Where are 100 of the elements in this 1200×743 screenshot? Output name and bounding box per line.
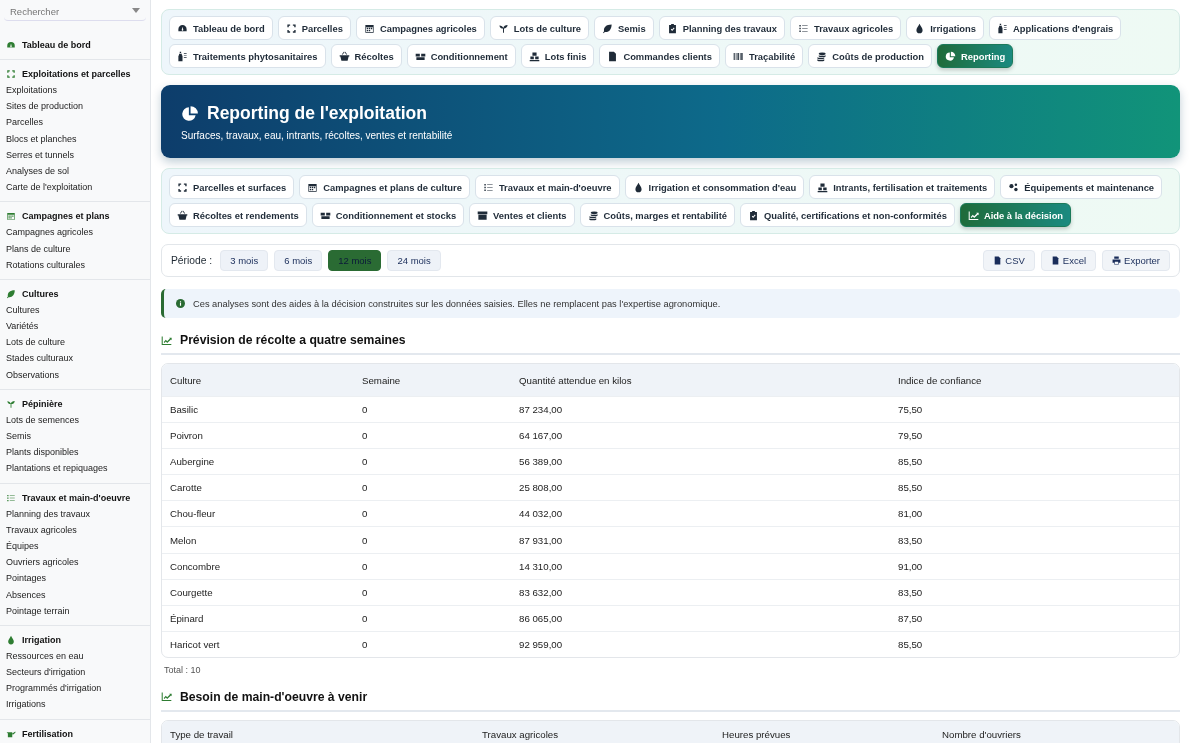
sidebar-item[interactable]: Ouvriers agricoles: [0, 555, 150, 572]
leaf-icon: [602, 22, 614, 34]
column-header: Indice de confiance: [897, 374, 983, 386]
sidebar-item[interactable]: Ressources en eau: [0, 648, 150, 666]
tab[interactable]: Commandes clients: [599, 44, 720, 68]
tab[interactable]: Campagnes agricoles: [355, 16, 485, 40]
tab[interactable]: Tableau de bord: [169, 16, 273, 40]
tab[interactable]: Récoltes: [330, 44, 402, 68]
section-title: Prévision de récolte a quatre semaines: [180, 333, 406, 347]
pie-chart-icon: [945, 50, 956, 62]
tab[interactable]: Ventes et clients: [469, 203, 575, 227]
sidebar-item[interactable]: Serres et tunnels: [0, 147, 150, 164]
table-cell-text: 81,00: [897, 508, 924, 520]
tab[interactable]: Planning des travaux: [658, 16, 785, 40]
trend-chart-icon: [161, 691, 172, 703]
sidebar-item[interactable]: Rotations culturales: [0, 257, 150, 274]
sidebar-item[interactable]: Cultures: [0, 302, 150, 320]
tab[interactable]: Semis: [594, 16, 654, 40]
frame-icon: [285, 22, 297, 34]
tab[interactable]: Lots finis: [520, 44, 595, 68]
table-cell-text: 0: [361, 638, 369, 650]
sidebar-heading[interactable]: Tableau de bord: [22, 40, 91, 50]
table-cell-text: 83,50: [897, 534, 924, 546]
period-button[interactable]: 24 mois: [387, 250, 441, 271]
sidebar-heading[interactable]: Irrigation: [22, 634, 61, 645]
export-button[interactable]: Exporter: [1102, 250, 1170, 271]
tab[interactable]: Qualité, certifications et non-conformités: [740, 203, 955, 227]
sidebar-item[interactable]: Blocs et planches: [0, 131, 150, 148]
frame-icon: [6, 69, 16, 79]
tab[interactable]: Coûts de production: [808, 44, 932, 68]
sidebar-item[interactable]: Stades culturaux: [0, 351, 150, 368]
tab[interactable]: Irrigation et consommation d'eau: [624, 175, 805, 199]
tab[interactable]: Équipements et maintenance: [1000, 175, 1163, 199]
sidebar-item[interactable]: Plans de culture: [0, 241, 150, 258]
tab[interactable]: Lots de culture: [489, 16, 590, 40]
table-cell-text: 0: [361, 586, 369, 598]
table-cell-text: 64 167,00: [518, 430, 564, 442]
sidebar-item[interactable]: Observations: [0, 367, 150, 384]
tab[interactable]: Parcelles et surfaces: [169, 175, 295, 199]
sidebar-item[interactable]: Analyses de sol: [0, 163, 150, 181]
section-title: Besoin de main-d'oeuvre à venir: [180, 689, 368, 704]
sidebar-item[interactable]: Irrigations: [0, 697, 150, 714]
sidebar-heading[interactable]: Fertilisation: [22, 728, 73, 739]
pallet-icon: [817, 181, 829, 193]
pallet-icon: [528, 50, 540, 62]
export-button[interactable]: CSV: [983, 250, 1035, 271]
tab[interactable]: Intrants, fertilisation et traitements: [809, 175, 996, 199]
tab[interactable]: Reporting: [937, 44, 1014, 68]
period-button[interactable]: 3 mois: [220, 250, 269, 271]
export-button[interactable]: Excel: [1040, 250, 1097, 271]
sidebar-item[interactable]: Planning des travaux: [0, 506, 150, 523]
tab[interactable]: Aide à la décision: [959, 203, 1072, 227]
tab[interactable]: Irrigations: [906, 16, 985, 40]
period-button[interactable]: 6 mois: [274, 250, 323, 271]
tab[interactable]: Récoltes et rendements: [169, 203, 307, 227]
gauge-icon: [6, 40, 16, 50]
sidebar-item[interactable]: Travaux agricoles: [0, 522, 150, 539]
sidebar-item[interactable]: Semis: [0, 429, 150, 446]
tab[interactable]: Conditionnement et stocks: [311, 203, 465, 227]
tab[interactable]: Parcelles: [277, 16, 351, 40]
sidebar-heading[interactable]: Travaux et main-d'oeuvre: [22, 492, 131, 503]
sidebar-item[interactable]: Plants disponibles: [0, 445, 150, 462]
tab[interactable]: Coûts, marges et rentabilité: [579, 203, 736, 227]
sidebar-item[interactable]: Équipes: [0, 538, 150, 556]
table-cell-text: Aubergine: [169, 456, 216, 468]
barcode-icon: [732, 50, 744, 62]
tab[interactable]: Applications d'engrais: [989, 16, 1122, 40]
sidebar-item[interactable]: Pointage terrain: [0, 603, 150, 620]
sidebar-item[interactable]: Parcelles: [0, 115, 150, 132]
clipboard-icon: [666, 22, 678, 34]
tab[interactable]: Traitements phytosanitaires: [169, 44, 326, 68]
sidebar-item[interactable]: Campagnes agricoles: [0, 225, 150, 242]
sidebar-heading[interactable]: Campagnes et plans: [22, 211, 110, 222]
tab[interactable]: Traçabilité: [724, 44, 804, 68]
calendar-icon: [307, 181, 319, 193]
sidebar-item[interactable]: Sites de production: [0, 99, 150, 116]
table-cell-text: 14 310,00: [518, 560, 564, 572]
sidebar-heading[interactable]: Cultures: [22, 288, 59, 299]
notice-text: Ces analyses sont des aides à la décision construites sur les données saisies. Elles ne remplacent pas l'expertise agronomique.: [193, 298, 721, 309]
sidebar-item[interactable]: Lots de semences: [0, 412, 150, 429]
tab[interactable]: Travaux agricoles: [789, 16, 902, 40]
search-field[interactable]: Rechercher: [10, 5, 110, 17]
tab[interactable]: Travaux et main-d'oeuvre: [474, 175, 620, 199]
sidebar-item[interactable]: Pointages: [0, 571, 150, 588]
sidebar-item[interactable]: Lots de culture: [0, 335, 150, 352]
sidebar-item[interactable]: Variétés: [0, 319, 150, 336]
basket-icon: [338, 50, 350, 62]
sidebar-item[interactable]: Programmés d'irrigation: [0, 681, 150, 698]
sidebar-item[interactable]: Exploitations: [0, 83, 150, 100]
bottle-icon: [177, 50, 188, 62]
sidebar-heading[interactable]: Pépinière: [22, 398, 63, 409]
sidebar-item[interactable]: Carte de l'exploitation: [0, 180, 150, 197]
sidebar-item[interactable]: Absences: [0, 587, 150, 604]
sidebar-item[interactable]: Plantations et repiquages: [0, 461, 150, 478]
tab[interactable]: Conditionnement: [406, 44, 516, 68]
table-cell-text: Courgette: [169, 586, 214, 598]
tab[interactable]: Campagnes et plans de culture: [299, 175, 470, 199]
sidebar-item[interactable]: Secteurs d'irrigation: [0, 665, 150, 682]
list-icon: [6, 492, 16, 503]
sidebar-heading[interactable]: Exploitations et parcelles: [22, 69, 131, 79]
